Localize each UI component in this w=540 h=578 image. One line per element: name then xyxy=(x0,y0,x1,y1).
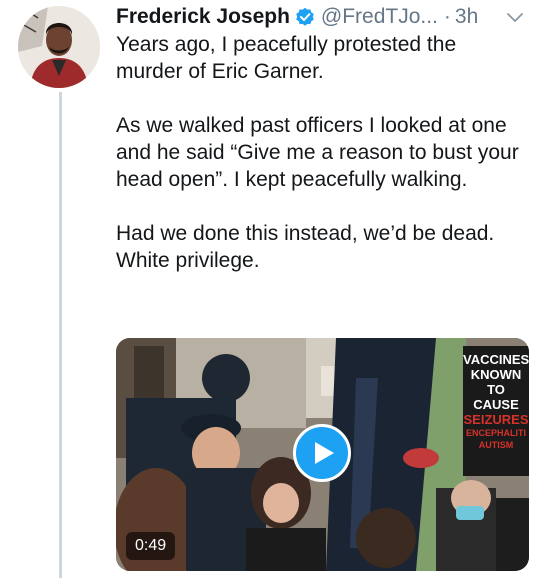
author-handle[interactable]: @FredTJo... xyxy=(321,5,438,29)
tweet-paragraph: As we walked past officers I looked at o… xyxy=(116,114,519,191)
video-media[interactable]: VACCINES KNOWN TO CAUSE SEIZURES ENCEPHA… xyxy=(116,338,529,571)
thread-connector-line xyxy=(59,92,62,578)
sign-line: VACCINES xyxy=(463,352,529,367)
verified-badge-icon xyxy=(295,7,315,27)
play-button[interactable] xyxy=(293,424,351,482)
tweet-timestamp[interactable]: 3h xyxy=(455,5,478,29)
play-icon xyxy=(315,442,334,464)
tweet-body: Years ago, I peacefully protested the mu… xyxy=(116,31,526,274)
author-name[interactable]: Frederick Joseph xyxy=(116,5,290,29)
tweet-header: Frederick Joseph @FredTJo... · 3h xyxy=(116,0,526,34)
sign-line: KNOWN xyxy=(470,367,522,382)
sign-line: ENCEPHALITI xyxy=(465,428,526,438)
sign-line: TO CAUSE xyxy=(473,382,519,412)
tweet-paragraph: Had we done this instead, we’d be dead. … xyxy=(116,222,495,272)
video-duration-badge: 0:49 xyxy=(126,532,176,560)
tweet-paragraph: Years ago, I peacefully protested the mu… xyxy=(116,33,457,83)
chevron-down-icon[interactable] xyxy=(504,6,526,28)
protest-sign: VACCINES KNOWN TO CAUSE SEIZURES ENCEPHA… xyxy=(463,346,529,476)
header-separator: · xyxy=(443,5,451,28)
sign-line: SEIZURES xyxy=(463,412,529,427)
avatar[interactable] xyxy=(18,6,100,88)
sign-line: AUTISM xyxy=(478,440,514,450)
